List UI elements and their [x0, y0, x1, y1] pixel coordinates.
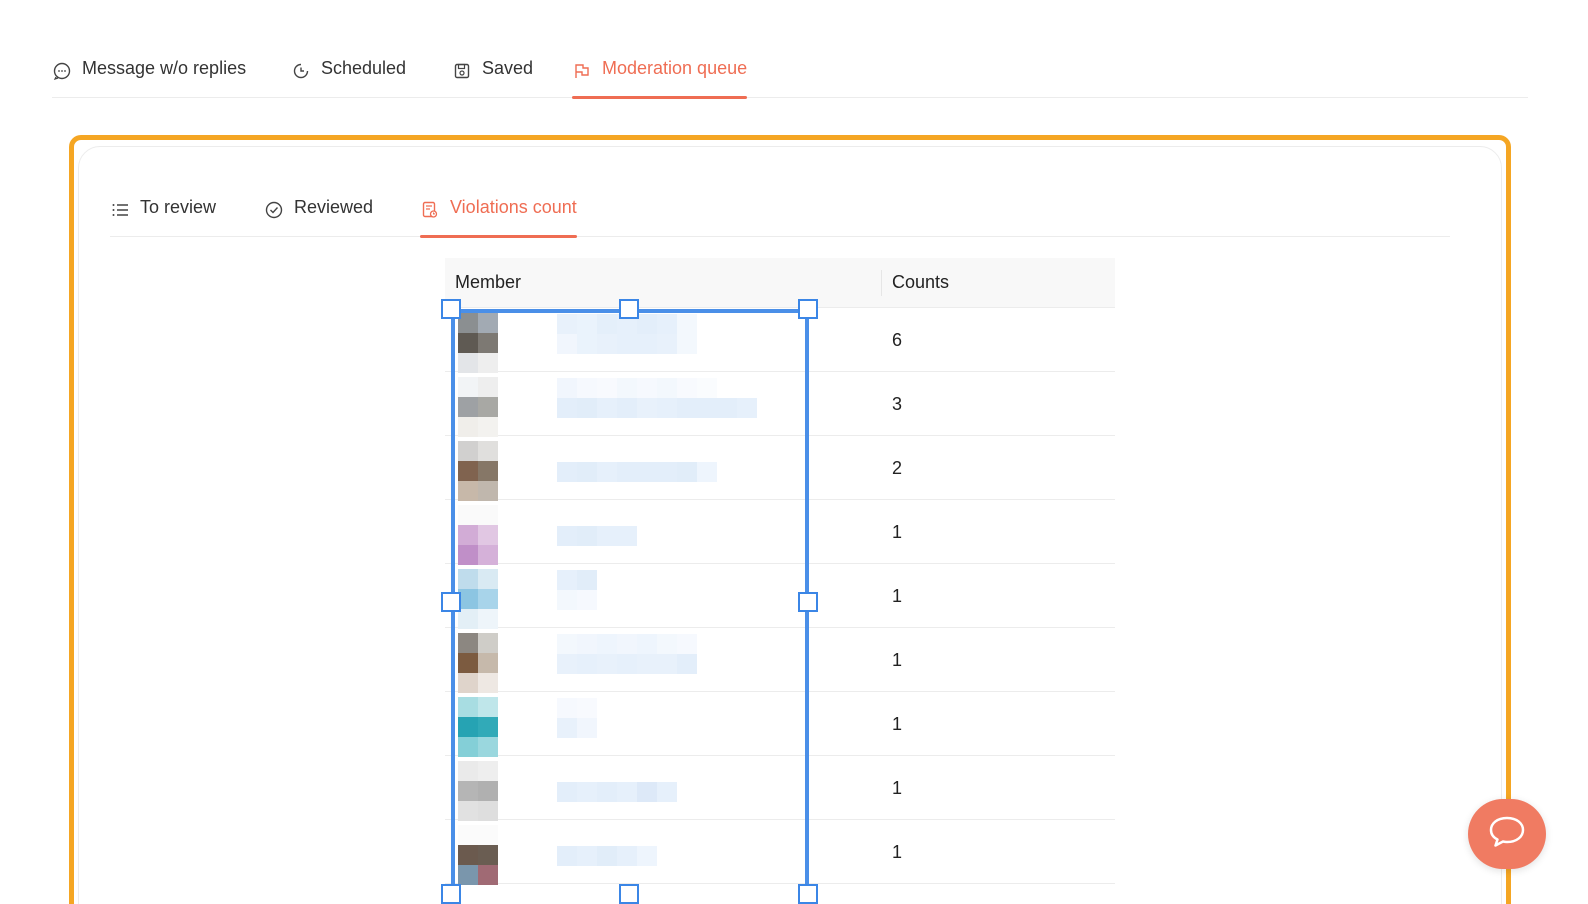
tab-label: Saved: [482, 58, 534, 78]
tab-saved[interactable]: Saved: [452, 50, 533, 98]
tab-message-without-replies[interactable]: Message w/o replies: [52, 50, 246, 98]
violations-table: Member Counts 6 3 2 1 1 1 1 1 1: [445, 258, 1115, 885]
violation-count: 1: [892, 714, 903, 734]
table-row[interactable]: 1: [445, 756, 1115, 821]
column-divider: [881, 270, 882, 296]
violation-count: 2: [892, 458, 903, 478]
chat-button[interactable]: [1468, 799, 1546, 869]
tab-label: Message w/o replies: [82, 58, 247, 78]
avatar: [458, 697, 498, 757]
top-tab-bar: Message w/o replies Scheduled Saved Mode…: [52, 50, 1528, 99]
table-row[interactable]: 3: [445, 372, 1115, 437]
chat-bubble-icon: [52, 61, 72, 81]
column-header-member[interactable]: Member: [455, 272, 521, 293]
flag-icon: [572, 61, 592, 81]
resize-handle-middle-right[interactable]: [798, 592, 818, 612]
avatar: [458, 569, 498, 629]
column-header-counts[interactable]: Counts: [892, 272, 949, 293]
resize-handle-top-right[interactable]: [798, 299, 818, 319]
list-icon: [110, 200, 130, 220]
table-row[interactable]: 2: [445, 436, 1115, 501]
avatar: [458, 313, 498, 373]
avatar: [458, 441, 498, 501]
tab-scheduled[interactable]: Scheduled: [291, 50, 406, 98]
violation-count: 1: [892, 778, 903, 798]
clock-icon: [291, 61, 311, 81]
check-circle-icon: [264, 200, 284, 220]
table-row[interactable]: 6: [445, 308, 1115, 373]
avatar: [458, 377, 498, 437]
resize-handle-bottom-left[interactable]: [441, 884, 461, 904]
table-row[interactable]: 1: [445, 820, 1115, 885]
member-name-redacted: [557, 782, 757, 802]
violation-count: 1: [892, 650, 903, 670]
violation-count: 1: [892, 842, 903, 862]
resize-handle-middle-left[interactable]: [441, 592, 461, 612]
avatar: [458, 825, 498, 885]
table-row[interactable]: 1: [445, 692, 1115, 757]
violation-count: 3: [892, 394, 903, 414]
violation-count: 1: [892, 586, 903, 606]
tab-reviewed[interactable]: Reviewed: [264, 189, 373, 237]
tab-moderation-queue[interactable]: Moderation queue: [572, 50, 748, 99]
chat-bubble-icon: [1487, 814, 1527, 855]
tab-label: Reviewed: [294, 197, 374, 217]
member-name-redacted: [557, 526, 757, 546]
member-name-redacted: [557, 846, 757, 866]
tab-label: Scheduled: [321, 58, 407, 78]
table-row[interactable]: 1: [445, 500, 1115, 565]
tab-violations-count[interactable]: Violations count: [420, 189, 577, 238]
tab-label: Moderation queue: [602, 58, 748, 78]
member-name-redacted: [557, 698, 757, 738]
member-name-redacted: [557, 378, 757, 418]
tab-label: To review: [140, 197, 217, 217]
table-row[interactable]: 1: [445, 628, 1115, 693]
tab-label: Violations count: [450, 197, 577, 217]
avatar: [458, 761, 498, 821]
violation-count: 6: [892, 330, 903, 350]
resize-handle-bottom-center[interactable]: [619, 884, 639, 904]
report-icon: [420, 200, 440, 220]
resize-handle-top-center[interactable]: [619, 299, 639, 319]
avatar: [458, 633, 498, 693]
member-name-redacted: [557, 462, 757, 482]
table-header: Member Counts: [445, 258, 1115, 308]
tab-to-review[interactable]: To review: [110, 189, 216, 237]
resize-handle-bottom-right[interactable]: [798, 884, 818, 904]
violation-count: 1: [892, 522, 903, 542]
table-row[interactable]: 1: [445, 564, 1115, 629]
sub-tab-bar: To review Reviewed Violations count: [110, 189, 1450, 238]
resize-handle-top-left[interactable]: [441, 299, 461, 319]
member-name-redacted: [557, 570, 757, 610]
avatar: [458, 505, 498, 565]
save-icon: [452, 61, 472, 81]
member-name-redacted: [557, 314, 757, 354]
member-name-redacted: [557, 634, 757, 674]
